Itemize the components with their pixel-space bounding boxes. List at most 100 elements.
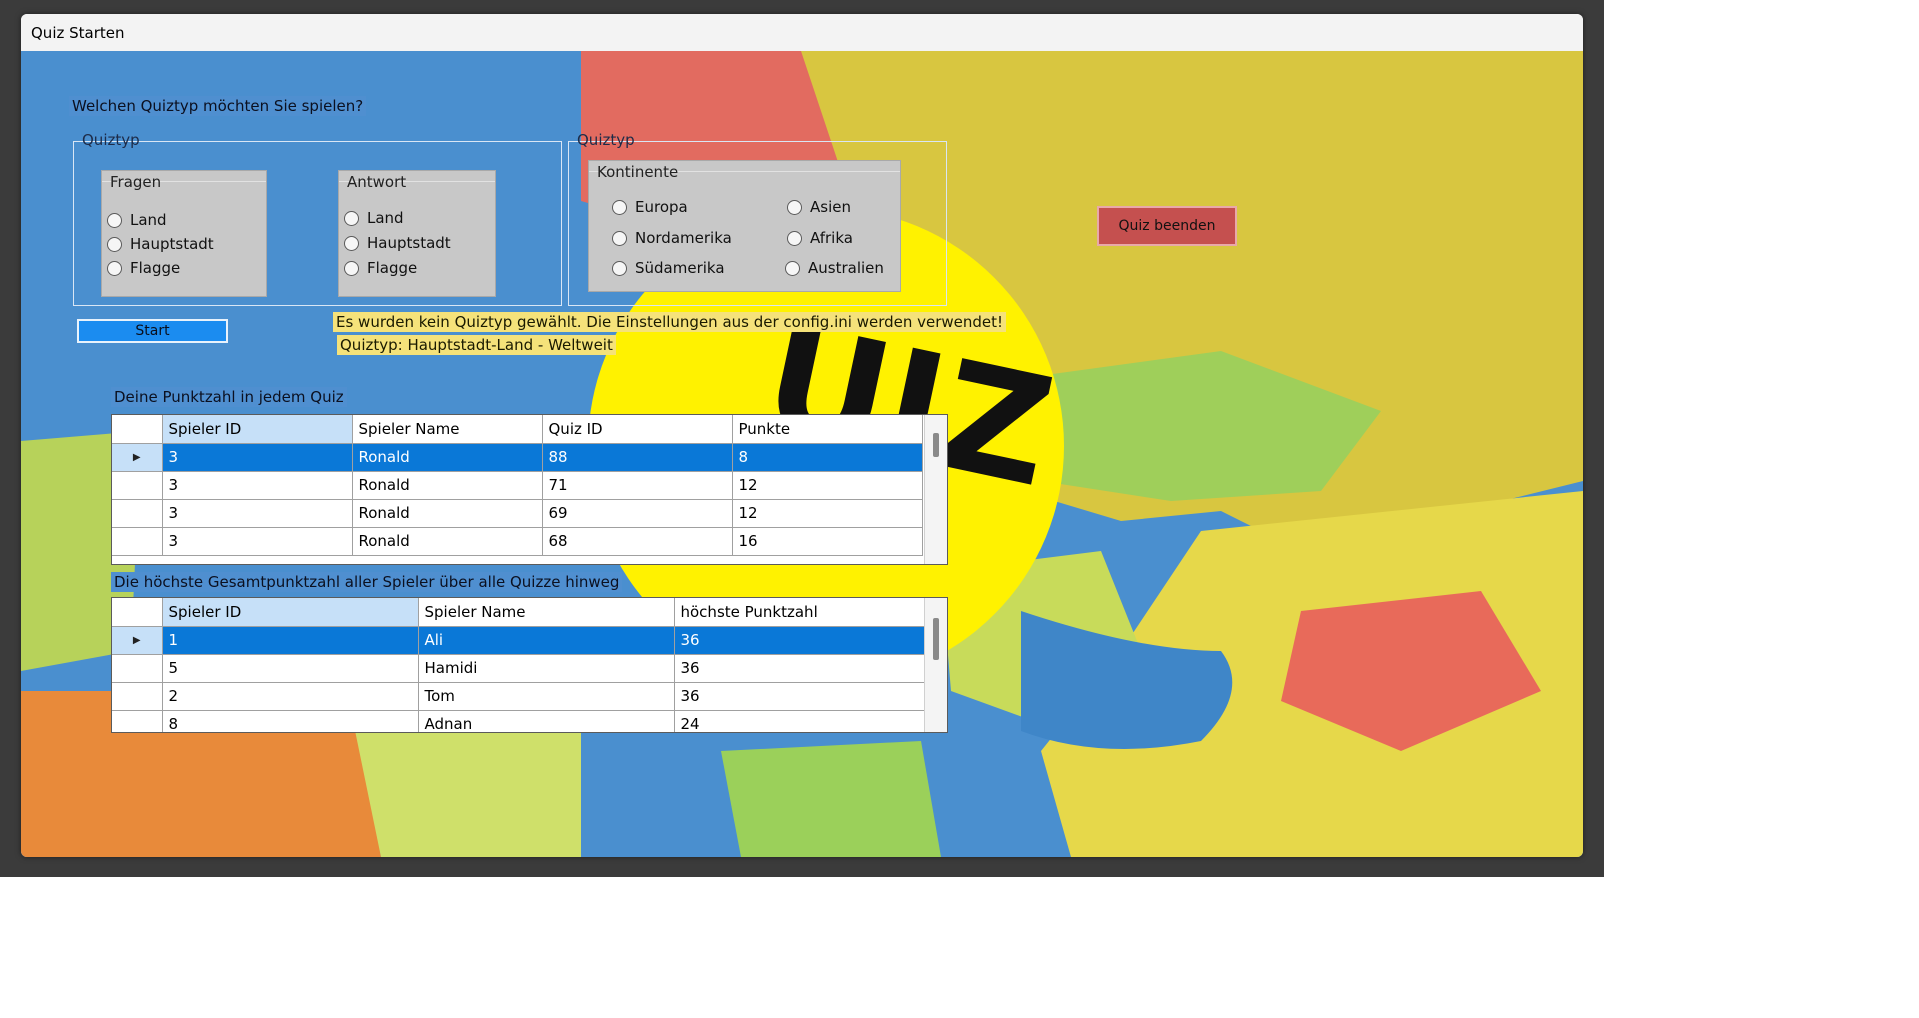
table-cell[interactable]: Ali	[418, 626, 675, 655]
table-cell[interactable]: 68	[542, 527, 733, 556]
row-header[interactable]	[112, 710, 163, 732]
question-label: Welchen Quiztyp möchten Sie spielen?	[69, 96, 367, 116]
scores-header-row: Spieler ID Spieler Name Quiz ID Punkte	[112, 415, 923, 444]
table-cell[interactable]: 8	[732, 443, 923, 472]
highscores-scrollbar[interactable]	[924, 598, 947, 732]
nordamerika-radio[interactable]: Nordamerika	[612, 229, 732, 247]
table-cell[interactable]: 3	[162, 499, 353, 528]
table-cell[interactable]: Tom	[418, 682, 675, 711]
row-header[interactable]	[112, 654, 163, 683]
table-cell[interactable]: 16	[732, 527, 923, 556]
radio-circle-icon	[612, 230, 627, 246]
scrollbar-thumb[interactable]	[933, 433, 939, 457]
radio-circle-icon	[787, 230, 802, 246]
radio-circle-icon	[107, 236, 122, 252]
column-header[interactable]: Spieler ID	[162, 415, 353, 444]
antwort-panel: Antwort Land Hauptstadt Flagge	[338, 170, 496, 297]
kontinente-panel: Kontinente Europa Asien Nordamerika Afri…	[588, 160, 901, 292]
table-cell[interactable]: 71	[542, 471, 733, 500]
table-cell[interactable]: Ronald	[352, 499, 543, 528]
row-header-corner	[112, 415, 163, 444]
asien-radio[interactable]: Asien	[787, 198, 851, 216]
row-header[interactable]	[112, 682, 163, 711]
table-row[interactable]: 3 Ronald 68 16	[112, 527, 923, 556]
antwort-legend: Antwort	[347, 173, 407, 191]
table-cell[interactable]: 36	[674, 682, 925, 711]
radio-circle-icon	[787, 199, 802, 215]
table-cell[interactable]: Ronald	[352, 527, 543, 556]
highscores-label: Die höchste Gesamtpunktzahl aller Spiele…	[111, 572, 623, 592]
scores-scrollbar[interactable]	[924, 415, 947, 564]
table-cell[interactable]: Ronald	[352, 471, 543, 500]
table-cell[interactable]: 5	[162, 654, 419, 683]
table-cell[interactable]: 88	[542, 443, 733, 472]
table-cell[interactable]: Hamidi	[418, 654, 675, 683]
table-cell[interactable]: 1	[162, 626, 419, 655]
quit-quiz-button[interactable]: Quiz beenden	[1097, 206, 1237, 246]
current-row-arrow-icon: ▶	[112, 626, 163, 655]
highscores-grid[interactable]: Spieler ID Spieler Name höchste Punktzah…	[111, 597, 948, 733]
row-header[interactable]	[112, 499, 163, 528]
table-cell[interactable]: Ronald	[352, 443, 543, 472]
table-cell[interactable]: 12	[732, 499, 923, 528]
radio-circle-icon	[107, 212, 122, 228]
table-row[interactable]: 3 Ronald 69 12	[112, 499, 923, 528]
suedamerika-radio[interactable]: Südamerika	[612, 259, 725, 277]
afrika-radio[interactable]: Afrika	[787, 229, 853, 247]
australien-radio[interactable]: Australien	[785, 259, 884, 277]
europa-radio[interactable]: Europa	[612, 198, 688, 216]
title-bar[interactable]: Quiz Starten	[21, 14, 1583, 52]
table-cell[interactable]: 8	[162, 710, 419, 732]
table-cell[interactable]: 3	[162, 471, 353, 500]
quiztype-groupbox: Quiztyp Fragen Land Hauptstadt Flagge An…	[73, 131, 562, 306]
kontinente-legend: Kontinente	[597, 163, 679, 181]
table-cell[interactable]: 2	[162, 682, 419, 711]
table-row[interactable]: ▶ 3 Ronald 88 8	[112, 443, 923, 472]
column-header[interactable]: Quiz ID	[542, 415, 733, 444]
table-cell[interactable]: 36	[674, 626, 925, 655]
table-row[interactable]: 5 Hamidi 36	[112, 654, 925, 683]
table-row[interactable]: 3 Ronald 71 12	[112, 471, 923, 500]
radio-circle-icon	[612, 260, 627, 276]
row-header[interactable]	[112, 471, 163, 500]
continent-groupbox: Quiztyp Kontinente Europa Asien Nordamer…	[568, 131, 947, 306]
radio-circle-icon	[344, 235, 359, 251]
table-row[interactable]: 2 Tom 36	[112, 682, 925, 711]
radio-circle-icon	[785, 260, 800, 276]
scrollbar-thumb[interactable]	[933, 618, 939, 660]
table-cell[interactable]: 36	[674, 654, 925, 683]
table-row[interactable]: ▶ 1 Ali 36	[112, 626, 925, 655]
table-cell[interactable]: Adnan	[418, 710, 675, 732]
fragen-legend: Fragen	[110, 173, 162, 191]
window-client-area: UIZ Welchen Quiztyp möchten Sie spielen?…	[21, 51, 1583, 857]
antwort-flagge-radio[interactable]: Flagge	[344, 259, 417, 277]
scores-grid[interactable]: Spieler ID Spieler Name Quiz ID Punkte ▶…	[111, 414, 948, 565]
table-row[interactable]: 8 Adnan 24	[112, 710, 925, 732]
current-row-arrow-icon: ▶	[112, 443, 163, 472]
warning-message: Es wurden kein Quiztyp gewählt. Die Eins…	[333, 312, 1007, 332]
antwort-land-radio[interactable]: Land	[344, 209, 404, 227]
start-button[interactable]: Start	[77, 319, 228, 343]
scores-table: Spieler ID Spieler Name Quiz ID Punkte ▶…	[112, 415, 923, 556]
column-header[interactable]: Spieler Name	[418, 598, 675, 627]
fragen-land-radio[interactable]: Land	[107, 211, 167, 229]
table-cell[interactable]: 69	[542, 499, 733, 528]
column-header[interactable]: Spieler ID	[162, 598, 419, 627]
table-cell[interactable]: 12	[732, 471, 923, 500]
column-header[interactable]: Punkte	[732, 415, 923, 444]
table-cell[interactable]: 3	[162, 527, 353, 556]
column-header[interactable]: Spieler Name	[352, 415, 543, 444]
scores-label: Deine Punktzahl in jedem Quiz	[111, 387, 347, 407]
antwort-hauptstadt-radio[interactable]: Hauptstadt	[344, 234, 451, 252]
fragen-flagge-radio[interactable]: Flagge	[107, 259, 180, 277]
column-header[interactable]: höchste Punktzahl	[674, 598, 925, 627]
highscores-header-row: Spieler ID Spieler Name höchste Punktzah…	[112, 598, 925, 627]
fragen-hauptstadt-radio[interactable]: Hauptstadt	[107, 235, 214, 253]
quiztype-legend: Quiztyp	[82, 131, 140, 149]
window-title: Quiz Starten	[31, 24, 125, 42]
table-cell[interactable]: 24	[674, 710, 925, 732]
row-header[interactable]	[112, 527, 163, 556]
table-cell[interactable]: 3	[162, 443, 353, 472]
row-header-corner	[112, 598, 163, 627]
fragen-panel: Fragen Land Hauptstadt Flagge	[101, 170, 267, 297]
